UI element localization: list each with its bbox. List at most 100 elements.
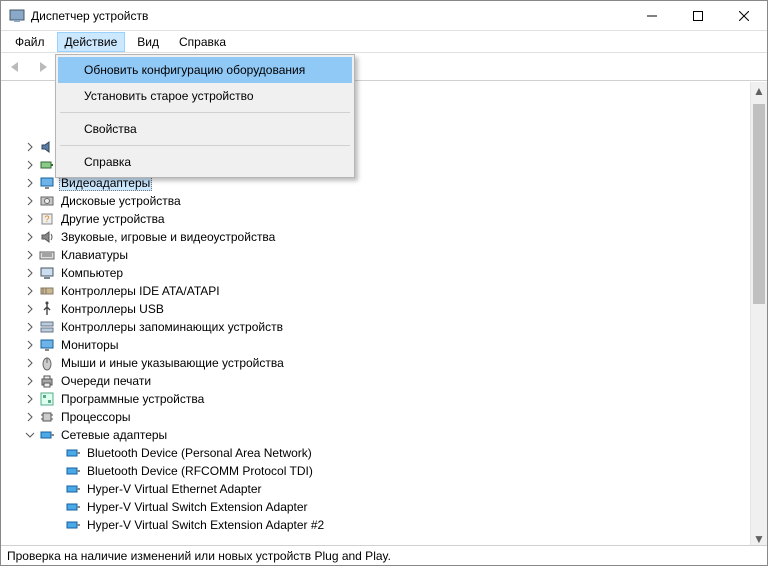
minimize-button[interactable] — [629, 1, 675, 31]
expand-icon[interactable] — [23, 194, 37, 208]
nic-icon — [65, 499, 81, 515]
device-category-icon — [39, 373, 55, 389]
tree-item-label: Дисковые устройства — [59, 194, 183, 208]
dropdown-help[interactable]: Справка — [58, 149, 352, 175]
tree-subitem-label: Bluetooth Device (Personal Area Network) — [85, 446, 314, 460]
tree-item-label: Очереди печати — [59, 374, 153, 388]
menu-help[interactable]: Справка — [171, 32, 234, 52]
tree-item[interactable]: ? Другие устройства — [5, 210, 750, 228]
expand-icon[interactable] — [23, 356, 37, 370]
menu-view[interactable]: Вид — [129, 32, 167, 52]
device-category-icon — [39, 157, 55, 173]
tree-subitem[interactable]: Hyper-V Virtual Ethernet Adapter — [5, 480, 750, 498]
statusbar: Проверка на наличие изменений или новых … — [1, 545, 767, 565]
expand-icon[interactable] — [23, 230, 37, 244]
expand-icon[interactable] — [23, 374, 37, 388]
dropdown-install-legacy[interactable]: Установить старое устройство — [58, 83, 352, 109]
scroll-up-icon[interactable]: ▲ — [751, 82, 767, 99]
expand-icon[interactable] — [23, 176, 37, 190]
tree-item-label: Клавиатуры — [59, 248, 130, 262]
expand-icon[interactable] — [23, 338, 37, 352]
expand-icon[interactable] — [23, 248, 37, 262]
device-category-icon: ? — [39, 211, 55, 227]
tree-item-label: Процессоры — [59, 410, 133, 424]
tree-subitem[interactable]: Bluetooth Device (Personal Area Network) — [5, 444, 750, 462]
menu-action[interactable]: Действие — [57, 32, 126, 52]
dropdown-separator — [60, 112, 350, 113]
tree-item[interactable]: Контроллеры запоминающих устройств — [5, 318, 750, 336]
network-icon — [39, 427, 55, 443]
tree-item-label: Мыши и иные указывающие устройства — [59, 356, 286, 370]
nic-icon — [65, 445, 81, 461]
tree-item-label: Мониторы — [59, 338, 120, 352]
action-dropdown: Обновить конфигурацию оборудования Устан… — [55, 54, 355, 178]
tree-subitem-label: Bluetooth Device (RFCOMM Protocol TDI) — [85, 464, 315, 478]
tree-item[interactable]: Дисковые устройства — [5, 192, 750, 210]
device-category-icon — [39, 409, 55, 425]
device-category-icon — [39, 265, 55, 281]
menubar: Файл Действие Вид Справка — [1, 31, 767, 53]
tree-item[interactable]: Мониторы — [5, 336, 750, 354]
tree-subitem[interactable]: Hyper-V Virtual Switch Extension Adapter — [5, 498, 750, 516]
tree-item[interactable]: Контроллеры USB — [5, 300, 750, 318]
tree-item-network-adapters[interactable]: Сетевые адаптеры — [5, 426, 750, 444]
expand-icon[interactable] — [23, 302, 37, 316]
expand-icon[interactable] — [23, 320, 37, 334]
device-category-icon — [39, 229, 55, 245]
tree-item[interactable]: Звуковые, игровые и видеоустройства — [5, 228, 750, 246]
device-category-icon — [39, 139, 55, 155]
titlebar: Диспетчер устройств — [1, 1, 767, 31]
device-category-icon — [39, 175, 55, 191]
tree-item[interactable]: Контроллеры IDE ATA/ATAPI — [5, 282, 750, 300]
tree-item[interactable]: Процессоры — [5, 408, 750, 426]
tree-item[interactable]: Мыши и иные указывающие устройства — [5, 354, 750, 372]
expand-icon[interactable] — [23, 284, 37, 298]
back-button[interactable] — [7, 56, 29, 78]
tree-item[interactable]: Клавиатуры — [5, 246, 750, 264]
nic-icon — [65, 463, 81, 479]
device-category-icon — [39, 355, 55, 371]
expand-icon[interactable] — [23, 266, 37, 280]
tree-item-label: Сетевые адаптеры — [59, 428, 169, 442]
tree-item-label: Компьютер — [59, 266, 125, 280]
expand-icon[interactable] — [23, 140, 37, 154]
device-category-icon — [39, 193, 55, 209]
device-category-icon — [39, 319, 55, 335]
window-title: Диспетчер устройств — [31, 9, 629, 23]
forward-button[interactable] — [33, 56, 55, 78]
scroll-thumb[interactable] — [753, 104, 765, 304]
app-icon — [9, 8, 25, 24]
expand-icon[interactable] — [23, 392, 37, 406]
expand-icon[interactable] — [23, 158, 37, 172]
maximize-button[interactable] — [675, 1, 721, 31]
device-category-icon — [39, 283, 55, 299]
expand-icon[interactable] — [23, 212, 37, 226]
device-category-icon — [39, 337, 55, 353]
dropdown-refresh-hardware[interactable]: Обновить конфигурацию оборудования — [58, 57, 352, 83]
dropdown-properties[interactable]: Свойства — [58, 116, 352, 142]
menu-file[interactable]: Файл — [7, 32, 53, 52]
tree-item-label: Другие устройства — [59, 212, 167, 226]
collapse-icon[interactable] — [23, 428, 37, 442]
dropdown-separator — [60, 145, 350, 146]
tree-subitem[interactable]: Hyper-V Virtual Switch Extension Adapter… — [5, 516, 750, 534]
statusbar-text: Проверка на наличие изменений или новых … — [7, 549, 391, 563]
tree-item[interactable]: Компьютер — [5, 264, 750, 282]
tree-item[interactable]: Очереди печати — [5, 372, 750, 390]
vertical-scrollbar[interactable]: ▲ ▼ — [750, 82, 767, 547]
tree-item-label: Контроллеры USB — [59, 302, 166, 316]
tree-item-label: Контроллеры запоминающих устройств — [59, 320, 285, 334]
nic-icon — [65, 517, 81, 533]
device-category-icon — [39, 247, 55, 263]
tree-subitem[interactable]: Bluetooth Device (RFCOMM Protocol TDI) — [5, 462, 750, 480]
expand-icon[interactable] — [23, 410, 37, 424]
tree-item-label: Контроллеры IDE ATA/ATAPI — [59, 284, 222, 298]
svg-text:?: ? — [44, 214, 49, 224]
device-category-icon — [39, 391, 55, 407]
tree-subitem-label: Hyper-V Virtual Ethernet Adapter — [85, 482, 264, 496]
tree-item-label: Звуковые, игровые и видеоустройства — [59, 230, 277, 244]
close-button[interactable] — [721, 1, 767, 31]
device-category-icon — [39, 301, 55, 317]
nic-icon — [65, 481, 81, 497]
tree-item[interactable]: Программные устройства — [5, 390, 750, 408]
